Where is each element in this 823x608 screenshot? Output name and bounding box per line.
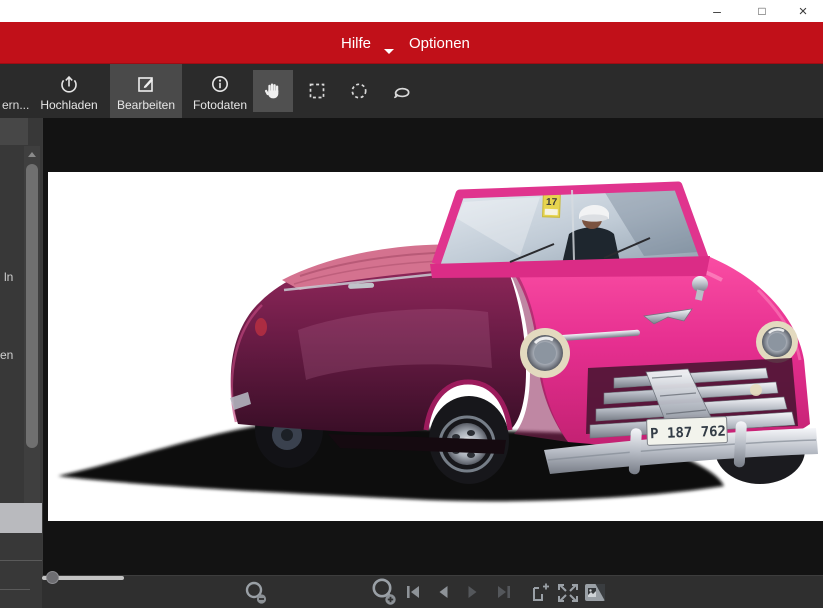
next-image-icon <box>465 584 481 600</box>
zoom-out-icon <box>243 579 271 607</box>
first-image-icon <box>405 584 422 600</box>
fullscreen-button[interactable] <box>555 581 581 605</box>
previous-image-icon <box>435 584 451 600</box>
last-image-button[interactable] <box>493 583 513 601</box>
status-toolbar <box>42 575 823 608</box>
photo-canvas[interactable]: 17 <box>42 118 823 575</box>
rectangle-select-icon <box>307 81 327 101</box>
chevron-down-icon[interactable] <box>383 46 395 56</box>
ellipse-select-icon <box>349 81 369 101</box>
sidebar-scrollbar[interactable] <box>24 146 40 520</box>
menu-hilfe[interactable]: Hilfe <box>341 22 371 64</box>
scroll-up-icon[interactable] <box>28 152 36 157</box>
photo-image: 17 <box>48 172 823 521</box>
new-crop-button[interactable] <box>528 581 552 605</box>
sidebar-item-truncated[interactable]: en <box>0 348 13 362</box>
sidebar-selected-row[interactable] <box>0 503 42 533</box>
divider <box>0 589 30 590</box>
upload-button[interactable]: Hochladen <box>38 64 100 118</box>
edit-button[interactable]: Bearbeiten <box>110 64 182 118</box>
menubar: Hilfe Optionen <box>0 22 823 64</box>
close-icon: × <box>799 4 808 19</box>
edit-label: Bearbeiten <box>117 98 175 112</box>
sidebar-header-block <box>0 118 28 145</box>
new-crop-icon <box>529 582 551 604</box>
scrollbar-thumb[interactable] <box>26 164 38 448</box>
menu-optionen[interactable]: Optionen <box>409 22 470 64</box>
svg-text:P 187 762: P 187 762 <box>650 424 726 443</box>
minimize-button[interactable]: – <box>700 0 734 22</box>
first-image-button[interactable] <box>403 583 423 601</box>
maximize-icon: □ <box>758 5 765 17</box>
close-button[interactable]: × <box>786 0 820 22</box>
minimize-icon: – <box>713 4 721 18</box>
headlight-right <box>756 321 798 363</box>
titlebar: – □ × <box>0 0 823 22</box>
zoom-out-button[interactable] <box>242 579 272 607</box>
photodata-label: Fotodaten <box>193 98 247 112</box>
zoom-in-icon <box>369 576 401 608</box>
license-plate: P 187 762 <box>647 417 728 446</box>
maximize-button[interactable]: □ <box>745 0 779 22</box>
hand-icon <box>263 81 284 102</box>
edit-icon <box>136 74 156 94</box>
sidebar-item-truncated[interactable]: ln <box>4 270 13 284</box>
photo-app-window: – □ × Hilfe Optionen ern... Hochladen Be… <box>0 0 823 608</box>
toolbar-button-truncated[interactable]: ern... <box>2 98 29 112</box>
sidebar: ln en <box>0 118 42 608</box>
windshield-sticker: 17 <box>543 194 561 218</box>
fullscreen-icon <box>556 582 580 604</box>
hand-tool-button[interactable] <box>253 70 293 112</box>
classic-car-photo: 17 <box>48 172 823 521</box>
upload-icon <box>59 74 79 94</box>
rectangle-select-tool[interactable] <box>299 70 335 112</box>
photodata-button[interactable]: Fotodaten <box>188 64 252 118</box>
next-image-button[interactable] <box>463 583 483 601</box>
toolbar: ern... Hochladen Bearbeiten Fotodaten <box>0 64 823 118</box>
compare-view-icon <box>583 582 607 604</box>
zoom-slider[interactable] <box>42 576 124 580</box>
upload-label: Hochladen <box>40 98 97 112</box>
zoom-in-button[interactable] <box>368 576 402 608</box>
last-image-icon <box>495 584 512 600</box>
divider <box>0 560 42 561</box>
svg-text:17: 17 <box>546 197 558 208</box>
headlight-left <box>520 328 570 378</box>
ellipse-select-tool[interactable] <box>341 70 377 112</box>
compare-view-button[interactable] <box>582 581 608 605</box>
lasso-select-tool[interactable] <box>383 70 419 112</box>
zoom-slider-thumb[interactable] <box>46 571 59 584</box>
previous-image-button[interactable] <box>433 583 453 601</box>
lasso-icon <box>391 81 412 102</box>
info-icon <box>210 74 230 94</box>
